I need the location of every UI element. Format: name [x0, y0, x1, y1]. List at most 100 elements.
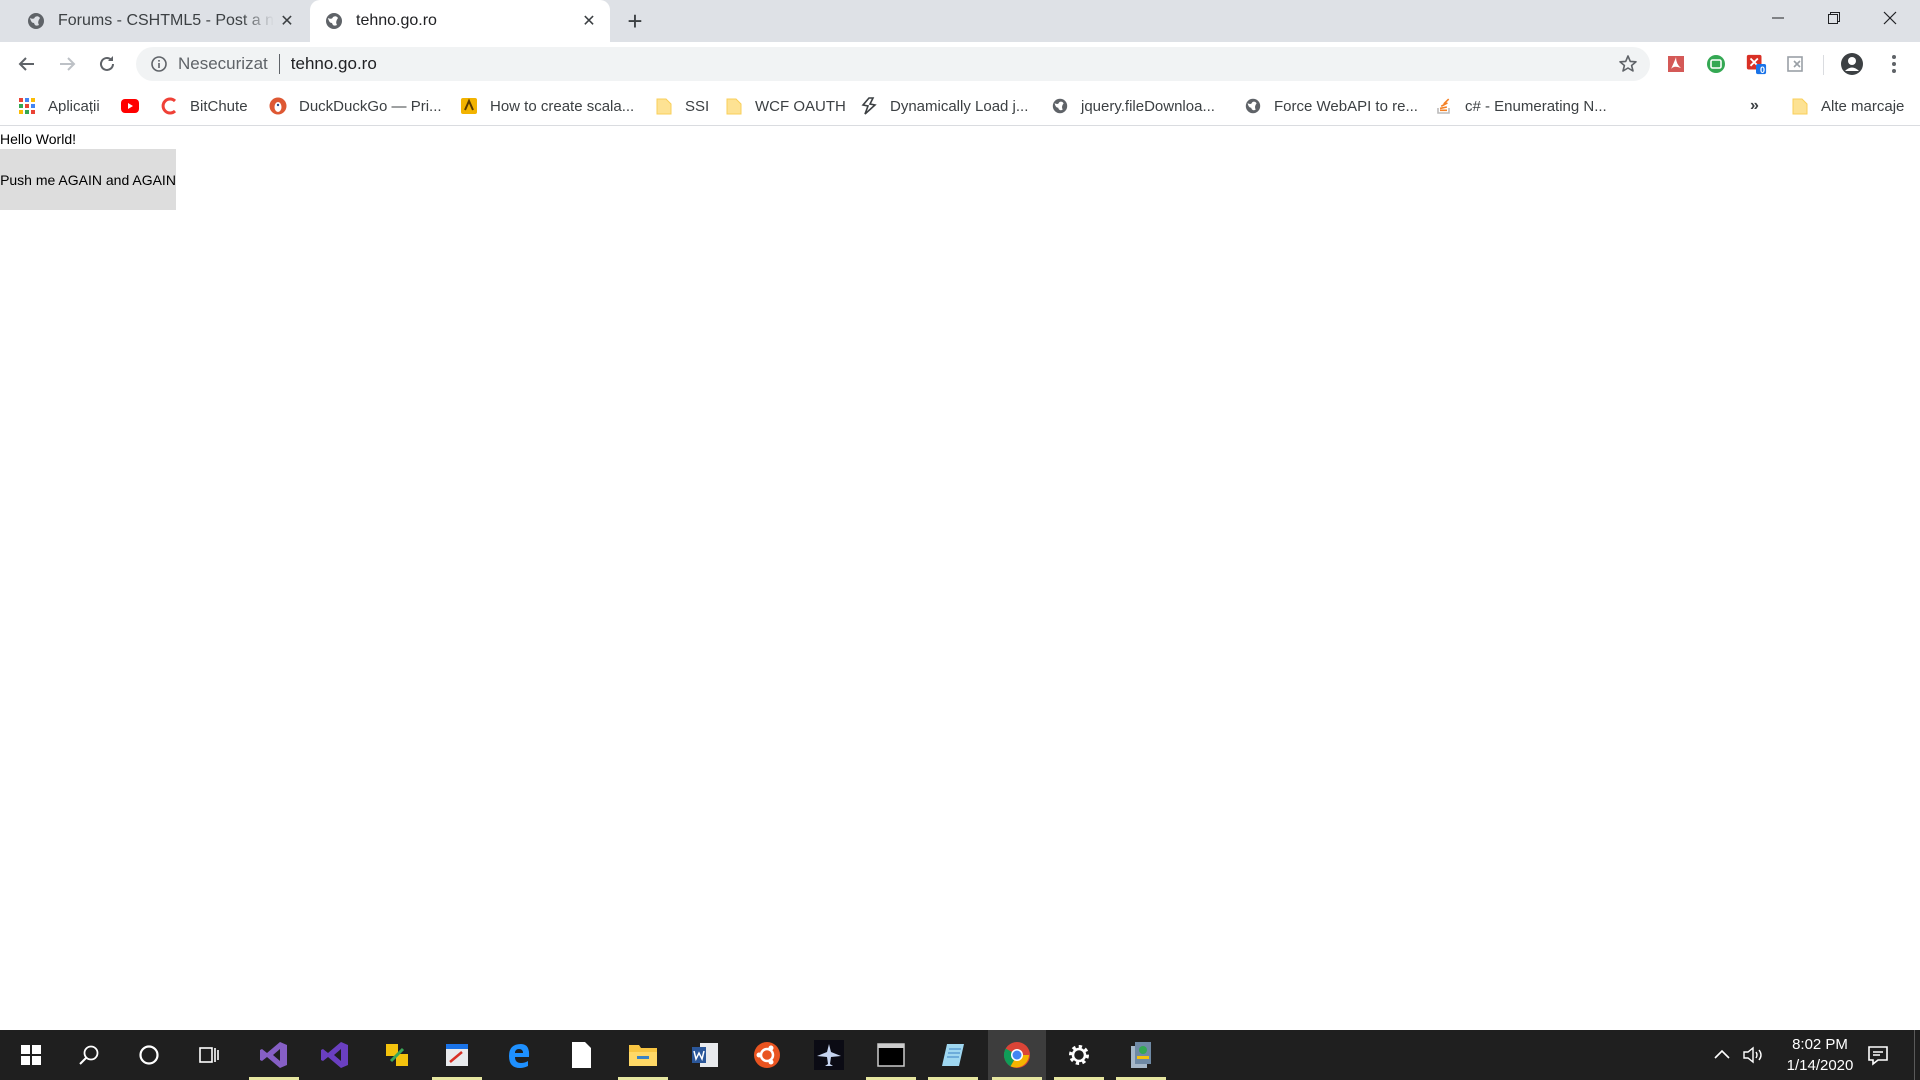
file-explorer-icon [629, 1045, 657, 1066]
browser-menu-button[interactable] [1882, 52, 1906, 76]
taskbar-terminal[interactable] [862, 1030, 920, 1080]
extension-green[interactable] [1705, 53, 1727, 75]
taskbar-app-word[interactable] [676, 1030, 734, 1080]
taskbar-app-editor[interactable] [428, 1030, 486, 1080]
installer-app-icon [1131, 1042, 1151, 1068]
app-yellow-icon [386, 1044, 408, 1066]
back-button[interactable] [11, 48, 43, 80]
extension-gray[interactable] [1785, 53, 1807, 75]
bookmark-youtube[interactable] [121, 94, 151, 118]
show-desktop-button[interactable] [1914, 1030, 1915, 1080]
bookmark-other-bookmarks[interactable]: Alte marcaje [1791, 94, 1904, 118]
edge-browser-icon [509, 1044, 530, 1068]
toolbar-separator [1823, 55, 1824, 75]
bookmark-csharp-enumerating[interactable]: c# - Enumerating N... [1435, 94, 1607, 118]
minimize-button[interactable] [1750, 0, 1806, 36]
visual-studio-icon [321, 1042, 348, 1068]
bookmark-label: DuckDuckGo — Pri... [299, 97, 442, 115]
bookmark-bitchute[interactable]: BitChute [160, 94, 248, 118]
windows-taskbar: 8:02 PM 1/14/2020 [0, 1030, 1920, 1080]
bookmark-dynamically-load[interactable]: Dynamically Load j... [860, 94, 1028, 118]
globe-icon [1244, 97, 1262, 115]
new-tab-button[interactable]: + [620, 6, 650, 36]
bookmarks-bar: Aplicații BitChute DuckDuckGo — Pri... H… [0, 86, 1920, 126]
bookmark-label: SSI [685, 97, 710, 115]
tab-close-icon[interactable]: ✕ [274, 8, 300, 34]
screen: Forums - CSHTML5 - Post a new topic ✕ te… [0, 0, 1920, 1080]
bookmark-duckduckgo[interactable]: DuckDuckGo — Pri... [269, 94, 442, 118]
bookmark-favicon-icon [860, 97, 878, 115]
bookmark-label: How to create scala... [490, 97, 635, 115]
globe-icon [28, 13, 44, 29]
bookmark-label: BitChute [190, 97, 248, 115]
taskbar-edge[interactable] [490, 1030, 548, 1080]
star-icon [1619, 55, 1637, 72]
bookmark-force-webapi[interactable]: Force WebAPI to re... [1244, 94, 1418, 118]
tab-forums[interactable]: Forums - CSHTML5 - Post a new topic ✕ [12, 0, 308, 42]
bookmark-how-to-create[interactable]: How to create scala... [460, 94, 634, 118]
taskbar-settings[interactable] [1050, 1030, 1108, 1080]
push-me-button[interactable]: Push me AGAIN and AGAIN [0, 149, 176, 210]
taskbar-visual-studio-1[interactable] [245, 1030, 303, 1080]
close-window-button[interactable] [1862, 0, 1918, 36]
taskbar-app-plane[interactable] [800, 1030, 858, 1080]
taskbar-file-explorer[interactable] [614, 1030, 672, 1080]
extension-red[interactable]: 0 [1745, 53, 1767, 75]
cortana-button[interactable] [120, 1030, 178, 1080]
taskbar-app-yellow[interactable] [368, 1030, 426, 1080]
start-button[interactable] [2, 1030, 60, 1080]
notification-center-icon[interactable] [1866, 1043, 1890, 1067]
gear-icon [1069, 1045, 1089, 1065]
tab-tehno[interactable]: tehno.go.ro ✕ [310, 0, 610, 42]
bookmark-jquery-filedownload[interactable]: jquery.fileDownloa... [1051, 94, 1215, 118]
tab-close-icon[interactable]: ✕ [576, 8, 602, 34]
tray-chevron-up-icon[interactable] [1712, 1045, 1732, 1065]
taskbar-blank-document[interactable] [552, 1030, 610, 1080]
bookmark-folder-wcf-oauth[interactable]: WCF OAUTH [725, 94, 846, 118]
maximize-button[interactable] [1806, 0, 1862, 36]
bookmark-folder-ssi[interactable]: SSI [655, 94, 709, 118]
bookmark-label: c# - Enumerating N... [1465, 97, 1607, 115]
ubuntu-icon [754, 1042, 780, 1068]
reload-button[interactable] [91, 48, 123, 80]
profile-button[interactable] [1840, 52, 1864, 76]
taskbar-app-notes[interactable] [924, 1030, 982, 1080]
task-view-button[interactable] [180, 1030, 238, 1080]
apps-grid-icon [18, 97, 36, 115]
taskbar-visual-studio-2[interactable] [306, 1030, 364, 1080]
profile-avatar-icon [1841, 53, 1863, 75]
taskbar-chrome[interactable] [988, 1030, 1046, 1080]
taskbar-search-button[interactable] [60, 1030, 118, 1080]
youtube-icon [121, 97, 139, 115]
folder-icon [1791, 97, 1809, 115]
duckduckgo-icon [269, 97, 287, 115]
bookmark-star-button[interactable] [1616, 52, 1640, 76]
forward-button[interactable] [51, 48, 83, 80]
reload-icon [100, 56, 114, 71]
bitchute-icon [160, 97, 178, 115]
url-text[interactable]: tehno.go.ro [291, 54, 377, 74]
taskbar-ubuntu[interactable] [738, 1030, 796, 1080]
extension-pdf[interactable] [1665, 53, 1687, 75]
taskbar-clock[interactable]: 8:02 PM 1/14/2020 [1770, 1034, 1870, 1076]
restore-icon [1828, 12, 1840, 24]
bookmark-label: jquery.fileDownloa... [1081, 97, 1215, 115]
address-bar[interactable]: Nesecurizat tehno.go.ro [136, 47, 1650, 81]
airplane-app-icon [814, 1040, 844, 1070]
bookmarks-overflow-button[interactable]: » [1750, 94, 1759, 118]
editor-app-icon [446, 1044, 468, 1066]
extension-badge: 0 [1760, 65, 1766, 75]
tab-title: Forums - CSHTML5 - Post a new topic [58, 12, 274, 29]
info-icon[interactable] [150, 55, 168, 73]
word-app-icon [692, 1043, 718, 1067]
bookmark-apps[interactable]: Aplicații [18, 94, 100, 118]
page-content: Hello World! Push me AGAIN and AGAIN [0, 127, 1920, 1030]
volume-icon[interactable] [1742, 1045, 1766, 1065]
close-icon [1883, 11, 1897, 25]
bookmark-label: Aplicații [48, 97, 100, 115]
task-view-icon [199, 1047, 219, 1063]
security-label[interactable]: Nesecurizat [178, 54, 268, 74]
chrome-icon [1003, 1042, 1030, 1068]
pdf-extension-icon [1668, 56, 1684, 72]
taskbar-app-installer[interactable] [1112, 1030, 1170, 1080]
